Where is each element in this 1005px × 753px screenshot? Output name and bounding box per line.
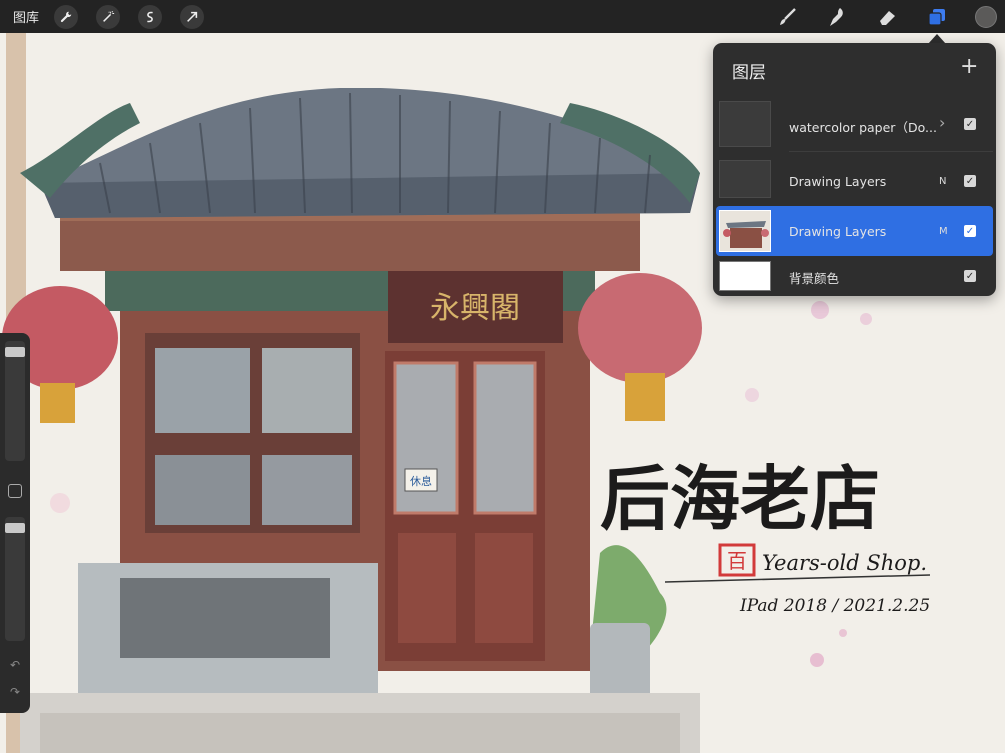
layer-row[interactable]: watercolor paper（Do... › ✓ — [716, 99, 993, 149]
chevron-right-icon[interactable]: › — [939, 113, 945, 132]
layer-thumbnail — [719, 160, 771, 198]
red-seal-stamp: 百 — [727, 549, 747, 573]
layer-name: Drawing Layers — [789, 174, 887, 189]
layer-divider — [789, 151, 993, 152]
brush-size-slider[interactable] — [5, 341, 25, 461]
actions-wrench-button[interactable] — [54, 4, 78, 29]
layers-button[interactable] — [925, 5, 949, 29]
layer-name: watercolor paper（Do... — [789, 120, 937, 135]
blend-mode-label[interactable]: N — [939, 176, 946, 187]
eraser-button[interactable] — [875, 5, 899, 29]
redo-icon[interactable]: ↷ — [8, 685, 22, 699]
smudge-button[interactable] — [825, 5, 849, 29]
magic-wand-icon — [103, 10, 115, 22]
subtitle-text: Years-old Shop. — [762, 551, 927, 575]
signature-date-text: IPad 2018 / 2021.2.25 — [739, 596, 930, 616]
adjustments-button[interactable] — [96, 4, 120, 29]
modify-button[interactable] — [8, 484, 22, 498]
left-sidebar: ↶ ↷ — [0, 333, 30, 713]
layer-row[interactable]: Drawing Layers N ✓ — [716, 156, 993, 204]
transform-arrow-icon — [187, 11, 198, 22]
add-layer-button[interactable]: + — [960, 55, 978, 79]
layers-icon — [928, 8, 945, 26]
top-toolbar: 图库 — [0, 0, 1005, 33]
layers-panel: 图层 + watercolor paper（Do... › ✓ Drawing … — [713, 43, 996, 296]
shop-sign-text: 永興閣 — [430, 291, 520, 326]
layer-visibility-checkbox[interactable]: ✓ — [964, 175, 976, 187]
brush-button[interactable] — [775, 5, 799, 29]
layer-row-selected[interactable]: Drawing Layers M ✓ — [716, 206, 993, 256]
gallery-button[interactable]: 图库 — [13, 7, 53, 26]
selection-icon — [147, 11, 153, 22]
calligraphy-title: 后海老店 — [600, 457, 880, 540]
opacity-handle[interactable] — [5, 523, 25, 533]
opacity-slider[interactable] — [5, 517, 25, 641]
brush-icon — [780, 7, 796, 25]
smudge-icon — [830, 7, 843, 26]
layer-name: Drawing Layers — [789, 224, 887, 239]
layer-row[interactable]: 背景颜色 ✓ — [716, 259, 993, 293]
layer-thumbnail — [719, 210, 771, 252]
eraser-icon — [880, 10, 895, 25]
layer-visibility-checkbox[interactable]: ✓ — [964, 270, 976, 282]
undo-icon[interactable]: ↶ — [8, 658, 22, 672]
brush-size-handle[interactable] — [5, 347, 25, 357]
selection-button[interactable] — [138, 4, 162, 29]
layer-visibility-checkbox[interactable]: ✓ — [964, 225, 976, 237]
layer-visibility-checkbox[interactable]: ✓ — [964, 118, 976, 130]
right-tool-group — [749, 0, 1005, 33]
layer-thumbnail — [719, 101, 771, 147]
panel-title: 图层 — [732, 63, 766, 83]
door-note-text: 休息 — [410, 474, 432, 488]
wrench-icon — [60, 11, 72, 22]
color-picker-button[interactable] — [975, 5, 997, 28]
layer-thumbnail — [719, 261, 771, 291]
layer-name: 背景颜色 — [789, 271, 840, 286]
blend-mode-label[interactable]: M — [939, 226, 948, 237]
transform-button[interactable] — [180, 4, 204, 29]
shop-thumbnail-icon — [720, 211, 770, 251]
